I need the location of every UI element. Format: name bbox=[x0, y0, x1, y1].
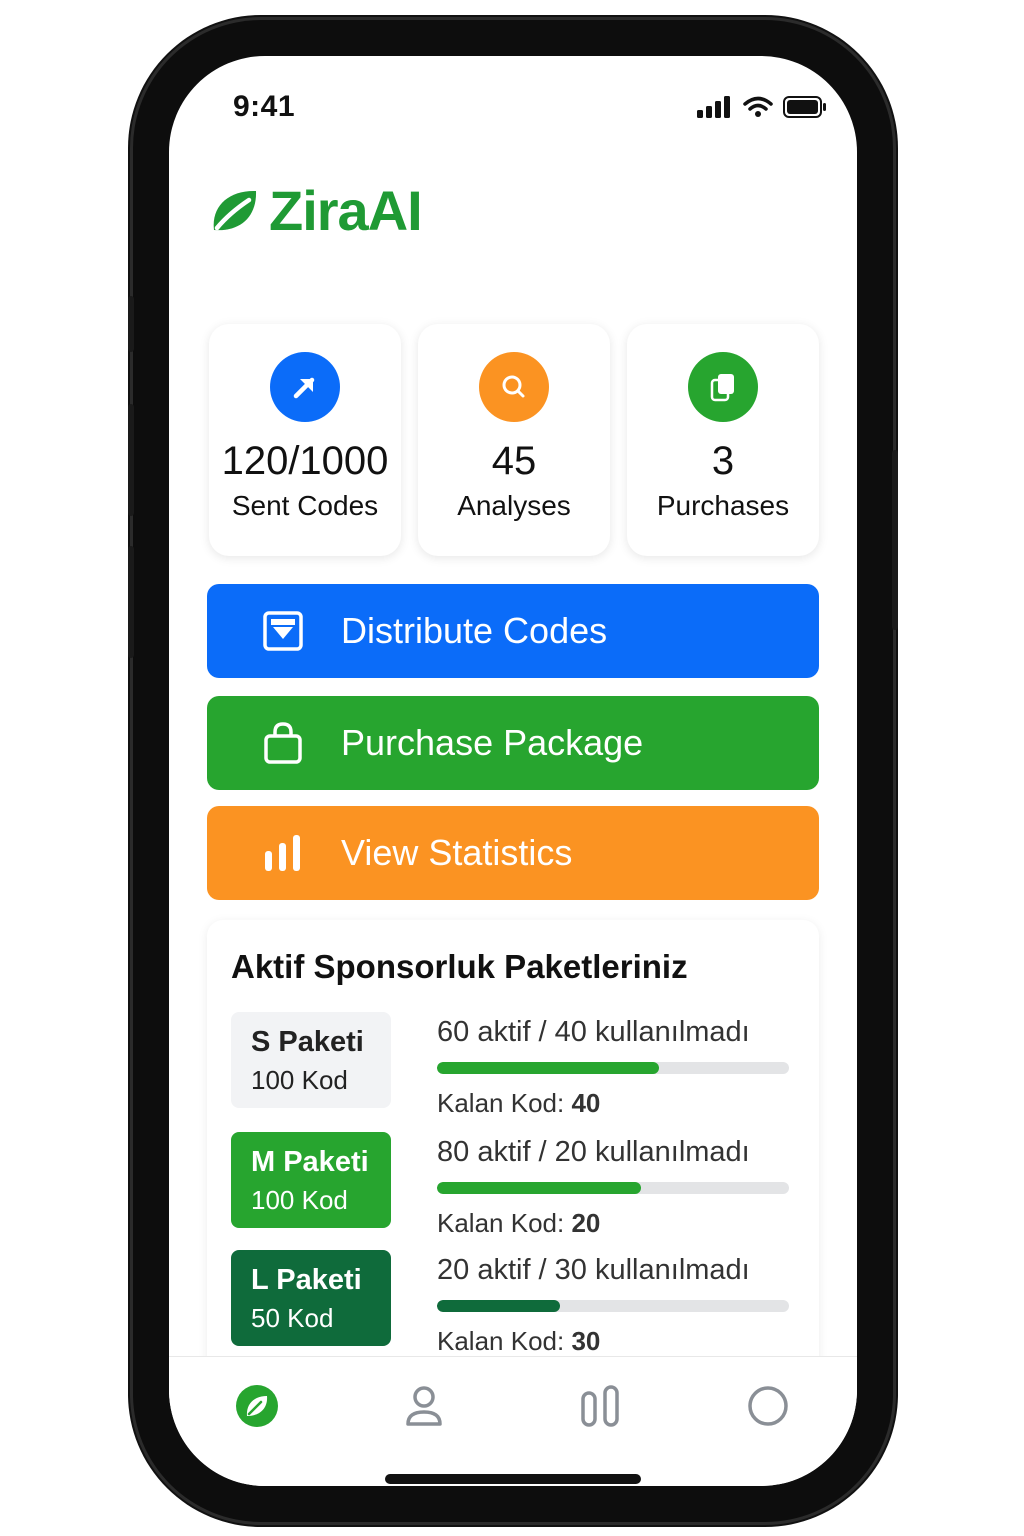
wifi-icon bbox=[743, 96, 773, 117]
stat-value: 45 bbox=[491, 439, 537, 483]
remaining-label: Kalan Kod: bbox=[437, 1088, 565, 1118]
app-name: ZiraAI bbox=[269, 179, 423, 242]
button-label: View Statistics bbox=[341, 832, 573, 873]
nav-home[interactable] bbox=[232, 1381, 282, 1431]
bar-chart-icon bbox=[253, 833, 313, 873]
documents-icon bbox=[688, 352, 758, 422]
package-name: M Paketi bbox=[251, 1146, 369, 1178]
package-row-l[interactable]: L Paketi 50 Kod 20 aktif / 30 kullanılma… bbox=[231, 1250, 801, 1360]
purchase-package-button[interactable]: Purchase Package bbox=[207, 696, 819, 790]
app-screen: 9:41 ZiraAI 120/1000 Sent Codes 45 Analy… bbox=[169, 56, 857, 1486]
distribute-codes-button[interactable]: Distribute Codes bbox=[207, 584, 819, 678]
volume-down-button bbox=[128, 546, 134, 658]
arrow-up-right-icon bbox=[270, 352, 340, 422]
remaining-value: 30 bbox=[571, 1326, 601, 1356]
package-tile[interactable]: M Paketi 100 Kod bbox=[231, 1132, 391, 1228]
columns-icon bbox=[581, 1385, 619, 1427]
nav-more[interactable] bbox=[743, 1381, 793, 1431]
button-label: Purchase Package bbox=[341, 722, 644, 763]
package-progress-bar bbox=[437, 1182, 789, 1194]
package-row-m[interactable]: M Paketi 100 Kod 80 aktif / 20 kullanılm… bbox=[231, 1132, 801, 1242]
leaf-logo-icon bbox=[213, 190, 257, 230]
active-packages-card: Aktif Sponsorluk Paketleriniz S Paketi 1… bbox=[207, 920, 819, 1380]
package-progress-fill bbox=[437, 1300, 561, 1312]
remaining-label: Kalan Kod: bbox=[437, 1326, 565, 1356]
package-count: 100 Kod bbox=[251, 1185, 348, 1215]
stat-label: Analyses bbox=[457, 490, 571, 521]
home-indicator bbox=[385, 1474, 641, 1484]
status-time: 9:41 bbox=[233, 90, 296, 123]
package-progress-fill bbox=[437, 1062, 659, 1074]
stat-card-sent-codes[interactable]: 120/1000 Sent Codes bbox=[209, 324, 401, 556]
bottom-nav bbox=[169, 1356, 857, 1486]
package-count: 100 Kod bbox=[251, 1065, 348, 1095]
stat-value: 120/1000 bbox=[221, 439, 389, 483]
nav-statistics[interactable] bbox=[575, 1381, 625, 1431]
package-count: 50 Kod bbox=[251, 1303, 334, 1333]
battery-icon bbox=[783, 96, 826, 118]
mute-switch bbox=[128, 296, 134, 352]
stat-label: Sent Codes bbox=[231, 490, 379, 521]
signal-icon bbox=[697, 96, 730, 118]
package-remaining: Kalan Kod: 30 bbox=[437, 1326, 600, 1357]
stat-card-purchases[interactable]: 3 Purchases bbox=[627, 324, 819, 556]
package-remaining: Kalan Kod: 20 bbox=[437, 1208, 600, 1239]
status-icons bbox=[697, 96, 827, 118]
remaining-value: 40 bbox=[571, 1088, 601, 1118]
circle-icon bbox=[748, 1386, 788, 1426]
shopping-bag-icon bbox=[253, 721, 313, 765]
volume-up-button bbox=[128, 404, 134, 516]
nav-profile[interactable] bbox=[399, 1381, 449, 1431]
package-name: S Paketi bbox=[251, 1026, 364, 1058]
stat-value: 3 bbox=[711, 439, 735, 483]
packages-title: Aktif Sponsorluk Paketleriniz bbox=[231, 948, 688, 985]
view-statistics-button[interactable]: View Statistics bbox=[207, 806, 819, 900]
user-icon bbox=[406, 1386, 442, 1426]
remaining-label: Kalan Kod: bbox=[437, 1208, 565, 1238]
app-logo: ZiraAI bbox=[209, 178, 423, 243]
search-icon bbox=[479, 352, 549, 422]
package-tile[interactable]: S Paketi 100 Kod bbox=[231, 1012, 391, 1108]
package-remaining: Kalan Kod: 40 bbox=[437, 1088, 600, 1119]
leaf-icon bbox=[236, 1385, 278, 1427]
button-label: Distribute Codes bbox=[341, 610, 608, 651]
package-progress-bar bbox=[437, 1062, 789, 1074]
package-status: 20 aktif / 30 kullanılmadı bbox=[437, 1254, 750, 1286]
package-progress-fill bbox=[437, 1182, 642, 1194]
download-box-icon bbox=[253, 610, 313, 652]
package-name: L Paketi bbox=[251, 1264, 362, 1296]
stats-row: 120/1000 Sent Codes 45 Analyses 3 Purcha… bbox=[209, 324, 819, 556]
package-row-s[interactable]: S Paketi 100 Kod 60 aktif / 40 kullanılm… bbox=[231, 1012, 801, 1122]
phone-frame: 9:41 ZiraAI 120/1000 Sent Codes 45 Analy… bbox=[128, 20, 898, 1522]
status-bar: 9:41 bbox=[169, 56, 857, 166]
stat-label: Purchases bbox=[656, 490, 790, 521]
package-progress-bar bbox=[437, 1300, 789, 1312]
package-tile[interactable]: L Paketi 50 Kod bbox=[231, 1250, 391, 1346]
power-button bbox=[892, 450, 898, 630]
package-status: 60 aktif / 40 kullanılmadı bbox=[437, 1016, 750, 1048]
stat-card-analyses[interactable]: 45 Analyses bbox=[418, 324, 610, 556]
package-status: 80 aktif / 20 kullanılmadı bbox=[437, 1136, 750, 1168]
remaining-value: 20 bbox=[571, 1208, 601, 1238]
